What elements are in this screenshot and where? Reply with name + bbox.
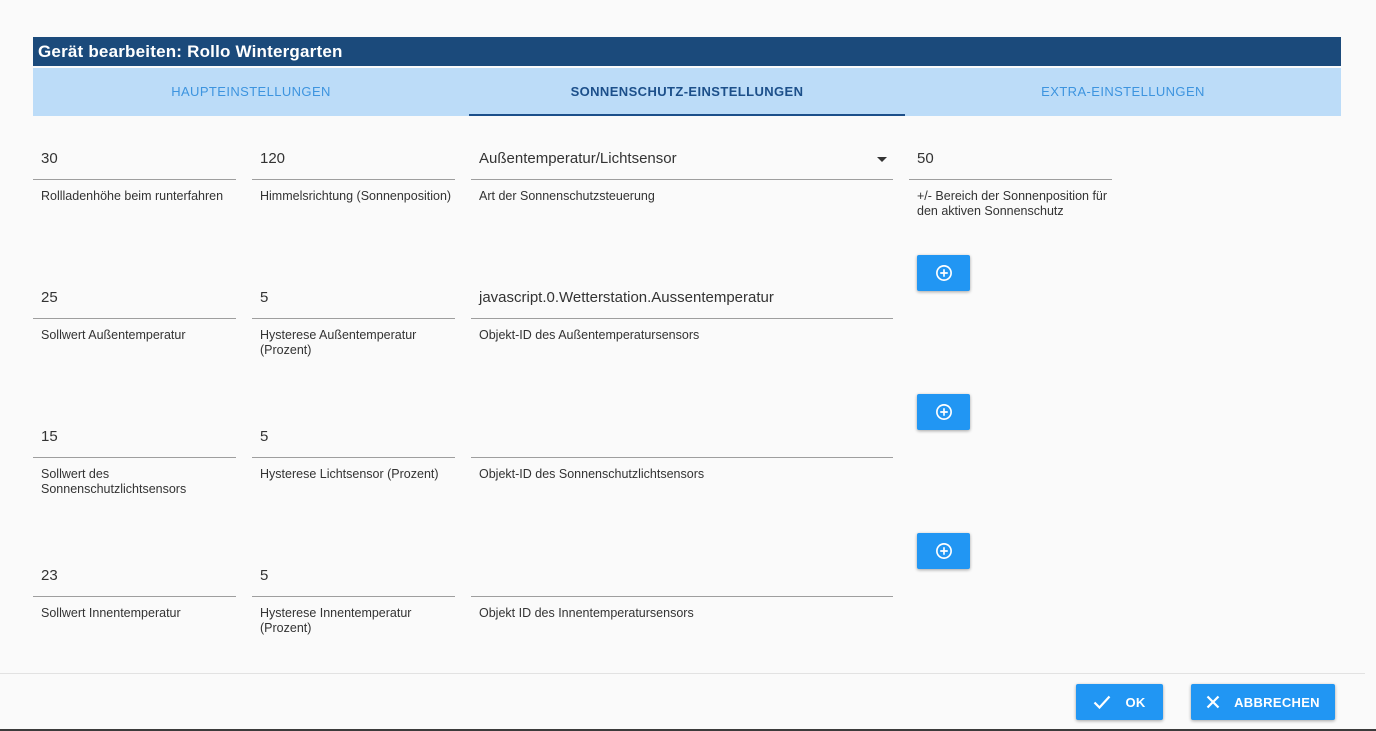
ok-button[interactable]: OK [1076, 684, 1163, 720]
sun-direction-input[interactable]: 120 [252, 142, 455, 180]
outside-temp-setpoint-input[interactable]: 25 [33, 281, 236, 319]
protection-mode-label: Art der Sonnenschutzsteuerung [479, 189, 655, 203]
select-inside-temp-object-button[interactable] [917, 533, 970, 569]
light-sensor-object-label: Objekt-ID des Sonnenschutzlichtsensors [479, 467, 705, 481]
dialog-title: Gerät bearbeiten: Rollo Wintergarten [33, 37, 1341, 66]
protection-mode-select[interactable]: Außentemperatur/Lichtsensor [471, 142, 893, 180]
light-sensor-hysteresis-input[interactable]: 5 [252, 420, 455, 458]
select-light-sensor-object-button[interactable] [917, 394, 970, 430]
ok-button-label: OK [1125, 694, 1146, 710]
protection-mode-field: Außentemperatur/Lichtsensor Art der Sonn… [471, 142, 893, 204]
sun-position-range-label: +/- Bereich der Sonnenposition für den a… [917, 189, 1108, 218]
plus-circle-icon [935, 404, 952, 420]
shutter-height-input[interactable]: 30 [33, 142, 236, 180]
plus-circle-icon [935, 265, 952, 281]
select-outside-temp-object-button[interactable] [917, 255, 970, 291]
outside-temp-setpoint-field: 25 Sollwert Außentemperatur [33, 281, 236, 343]
plus-circle-icon [935, 543, 952, 559]
inside-temp-hysteresis-label: Hysterese Innentemperatur (Prozent) [260, 606, 412, 635]
light-sensor-hysteresis-field: 5 Hysterese Lichtsensor (Prozent) [252, 420, 455, 482]
light-sensor-hysteresis-label: Hysterese Lichtsensor (Prozent) [260, 467, 439, 481]
inside-temp-setpoint-label: Sollwert Innentemperatur [41, 606, 181, 620]
shutter-height-label: Rollladenhöhe beim runterfahren [41, 189, 224, 203]
light-sensor-object-field: Objekt-ID des Sonnenschutzlichtsensors [471, 420, 893, 482]
inside-temp-setpoint-field: 23 Sollwert Innentemperatur [33, 559, 236, 621]
sun-direction-field: 120 Himmelsrichtung (Sonnenposition) [252, 142, 455, 204]
inside-temp-object-label: Objekt ID des Innentemperatursensors [479, 606, 694, 620]
outside-temp-object-field: javascript.0.Wetterstation.Aussentempera… [471, 281, 893, 343]
outside-temp-hysteresis-field: 5 Hysterese Außentemperatur (Prozent) [252, 281, 455, 358]
tab-extra-settings[interactable]: EXTRA-EINSTELLUNGEN [905, 68, 1341, 116]
footer-divider [0, 673, 1365, 674]
light-sensor-setpoint-field: 15 Sollwert des Sonnenschutzlichtsensors [33, 420, 236, 497]
outside-temp-setpoint-label: Sollwert Außentemperatur [41, 328, 186, 342]
light-sensor-setpoint-label: Sollwert des Sonnenschutzlichtsensors [41, 467, 187, 496]
protection-mode-selected: Außentemperatur/Lichtsensor [479, 150, 677, 167]
close-icon [1206, 695, 1220, 709]
cancel-button-label: ABBRECHEN [1234, 694, 1320, 710]
outside-temp-hysteresis-label: Hysterese Außentemperatur (Prozent) [260, 328, 417, 357]
light-sensor-setpoint-input[interactable]: 15 [33, 420, 236, 458]
outside-temp-hysteresis-input[interactable]: 5 [252, 281, 455, 319]
check-icon [1093, 695, 1111, 709]
light-sensor-object-input[interactable] [471, 420, 893, 458]
inside-temp-setpoint-input[interactable]: 23 [33, 559, 236, 597]
tab-sun-protection-settings[interactable]: SONNENSCHUTZ-EINSTELLUNGEN [469, 68, 905, 116]
edit-device-dialog: Gerät bearbeiten: Rollo Wintergarten HAU… [0, 0, 1376, 729]
sun-position-range-input[interactable]: 50 [909, 142, 1112, 180]
inside-temp-hysteresis-field: 5 Hysterese Innentemperatur (Prozent) [252, 559, 455, 636]
sun-direction-label: Himmelsrichtung (Sonnenposition) [260, 189, 452, 203]
outside-temp-object-input[interactable]: javascript.0.Wetterstation.Aussentempera… [471, 281, 893, 319]
outside-temp-object-label: Objekt-ID des Außentemperatursensors [479, 328, 700, 342]
shutter-height-field: 30 Rollladenhöhe beim runterfahren [33, 142, 236, 204]
tab-main-settings[interactable]: HAUPTEINSTELLUNGEN [33, 68, 469, 116]
inside-temp-object-field: Objekt ID des Innentemperatursensors [471, 559, 893, 621]
inside-temp-object-input[interactable] [471, 559, 893, 597]
caret-down-icon [877, 157, 887, 162]
inside-temp-hysteresis-input[interactable]: 5 [252, 559, 455, 597]
sun-position-range-field: 50 +/- Bereich der Sonnenposition für de… [909, 142, 1112, 219]
cancel-button[interactable]: ABBRECHEN [1191, 684, 1335, 720]
tab-bar: HAUPTEINSTELLUNGEN SONNENSCHUTZ-EINSTELL… [33, 68, 1341, 116]
